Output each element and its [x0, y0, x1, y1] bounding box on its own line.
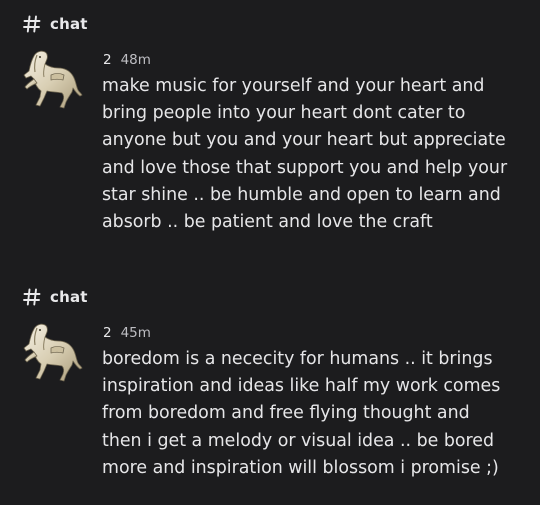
- author-name[interactable]: 2: [103, 52, 112, 68]
- message-line: make music for yourself and your heart a…: [102, 76, 485, 96]
- message-line: from boredom and free flying thought and: [102, 403, 470, 424]
- chat-feed: chat 2 48m make music for yourself and y…: [0, 0, 540, 505]
- message-text: boredom is a nececity for humans .. it b…: [102, 346, 532, 482]
- message-line: then i get a melody or visual idea .. be…: [102, 430, 495, 451]
- horse-icon[interactable]: [20, 46, 84, 114]
- channel-header[interactable]: chat: [22, 285, 88, 309]
- hash-icon: [22, 287, 42, 307]
- message-line: and love those that support you and help…: [102, 157, 508, 178]
- channel-name: chat: [50, 15, 88, 33]
- message-text: make music for yourself and your heart a…: [102, 73, 532, 236]
- timestamp: 45m: [120, 325, 151, 341]
- message-line: absorb .. be patient and love the craft: [102, 212, 433, 233]
- channel-header[interactable]: chat: [22, 12, 88, 36]
- message-meta: 2 45m: [103, 325, 151, 341]
- horse-icon[interactable]: [20, 319, 84, 387]
- message-line: anyone but you and your heart but apprec…: [102, 130, 506, 151]
- message-line: bring people into your heart dont cater …: [102, 103, 466, 124]
- message-line: inspiration and ideas like half my work …: [102, 376, 501, 397]
- message-line: more and inspiration will blossom i prom…: [102, 457, 499, 478]
- hash-icon: [22, 14, 42, 34]
- message-meta: 2 48m: [103, 52, 151, 68]
- message-line: boredom is a nececity for humans .. it b…: [102, 349, 493, 369]
- channel-name: chat: [50, 288, 88, 306]
- message-line: star shine .. be humble and open to lear…: [102, 184, 501, 205]
- timestamp: 48m: [120, 52, 151, 68]
- author-name[interactable]: 2: [103, 325, 112, 341]
